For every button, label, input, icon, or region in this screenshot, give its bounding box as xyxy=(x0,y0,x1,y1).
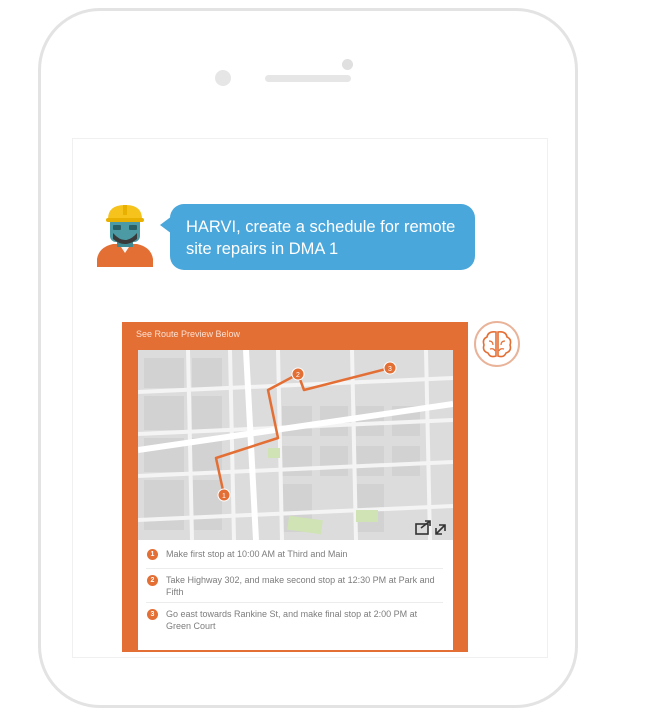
route-step: 3 Go east towards Rankine St, and make f… xyxy=(138,608,453,632)
route-preview-header: See Route Preview Below xyxy=(136,329,241,339)
step-text: Go east towards Rankine St, and make fin… xyxy=(166,609,418,631)
step-number-badge: 1 xyxy=(147,549,158,560)
route-stop-3-marker[interactable]: 3 xyxy=(383,361,397,375)
user-message-text: HARVI, create a schedule for remote site… xyxy=(186,218,456,258)
step-number-badge: 2 xyxy=(147,575,158,586)
phone-sensor xyxy=(215,70,231,86)
svg-text:2: 2 xyxy=(296,372,300,379)
route-stop-2-marker[interactable]: 2 xyxy=(291,367,305,381)
step-text: Take Highway 302, and make second stop a… xyxy=(166,575,435,597)
brain-icon xyxy=(482,331,512,358)
phone-camera xyxy=(342,59,353,70)
step-divider xyxy=(146,602,443,603)
route-step: 2 Take Highway 302, and make second stop… xyxy=(138,574,453,598)
route-map[interactable]: 1 2 3 xyxy=(138,350,453,540)
bot-avatar xyxy=(474,321,520,367)
svg-text:3: 3 xyxy=(388,366,392,373)
svg-text:1: 1 xyxy=(222,493,226,500)
step-text: Make first stop at 10:00 AM at Third and… xyxy=(166,549,348,559)
route-stop-1-marker[interactable]: 1 xyxy=(217,488,231,502)
construction-worker-avatar-icon xyxy=(97,205,153,267)
phone-speaker xyxy=(265,75,351,82)
route-steps-list: 1 Make first stop at 10:00 AM at Third a… xyxy=(138,540,453,650)
user-message-bubble: HARVI, create a schedule for remote site… xyxy=(170,204,475,270)
step-number-badge: 3 xyxy=(147,609,158,620)
route-step: 1 Make first stop at 10:00 AM at Third a… xyxy=(138,548,453,560)
step-divider xyxy=(146,568,443,569)
